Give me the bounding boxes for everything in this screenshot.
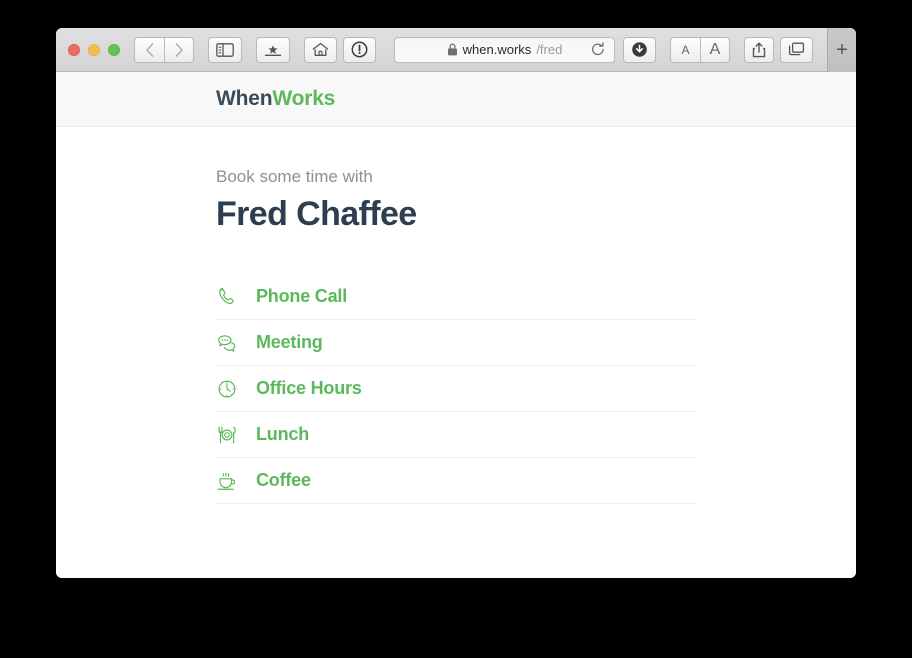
sidebar-button[interactable]: [208, 36, 242, 63]
sidebar-icon: [216, 42, 234, 57]
logo-part-two: Works: [272, 87, 336, 110]
page-eyebrow: Book some time with: [216, 167, 373, 186]
tab-overview-button[interactable]: [780, 36, 813, 63]
back-button[interactable]: [134, 36, 164, 63]
meeting-type-label: Lunch: [256, 424, 309, 444]
downloads-button-group: [623, 36, 662, 63]
tabs-icon: [788, 42, 805, 56]
text-size-increase-label: A: [709, 40, 721, 58]
downloads-button[interactable]: [623, 36, 656, 63]
site-logo[interactable]: WhenWorks: [216, 87, 335, 111]
meeting-type-coffee[interactable]: Coffee: [216, 458, 696, 504]
page-title: Fred Chaffee: [216, 195, 417, 233]
url-host: when.works: [462, 42, 532, 57]
share-icon: [752, 42, 766, 57]
window-controls: [64, 43, 120, 56]
close-window-button[interactable]: [68, 43, 80, 56]
address-bar[interactable]: when.works/fred: [394, 36, 615, 63]
browser-window: when.works/fred A A + WhenWorks Book som…: [56, 28, 856, 578]
logo-part-one: When: [216, 87, 273, 110]
text-size-group: A A: [670, 36, 736, 63]
meeting-type-phone-call[interactable]: Phone Call: [216, 274, 696, 320]
meeting-type-lunch[interactable]: Lunch: [216, 412, 696, 458]
chevron-left-icon: [146, 42, 154, 57]
text-size-decrease-label: A: [681, 42, 690, 57]
chevron-right-icon: [175, 42, 183, 57]
site-header: WhenWorks: [56, 72, 856, 127]
new-tab-button[interactable]: +: [827, 28, 856, 72]
share-tabs-group: [744, 36, 819, 63]
house-icon: [312, 42, 329, 56]
minimize-window-button[interactable]: [88, 43, 100, 56]
reload-icon: [591, 42, 604, 56]
reading-list-button[interactable]: [343, 36, 376, 63]
top-sites-button[interactable]: [256, 36, 290, 63]
clock-icon: [216, 378, 256, 400]
navigation-buttons: [134, 36, 200, 63]
speech-bubbles-icon: [216, 332, 256, 354]
download-icon: [632, 42, 647, 57]
top-sites-button-group: [256, 36, 296, 63]
circle-exclamation-icon: [351, 41, 368, 58]
reload-button[interactable]: [590, 42, 606, 58]
page-content: WhenWorks Book some time with Fred Chaff…: [56, 72, 856, 578]
text-size-increase-button[interactable]: A: [700, 36, 730, 63]
home-button[interactable]: [304, 36, 337, 63]
coffee-cup-icon: [216, 470, 256, 492]
meeting-type-office-hours[interactable]: Office Hours: [216, 366, 696, 412]
meeting-type-label: Office Hours: [256, 378, 362, 398]
meeting-type-meeting[interactable]: Meeting: [216, 320, 696, 366]
meeting-type-list: Phone Call Meeting Office Hours Lunch Co…: [216, 274, 696, 504]
forward-button[interactable]: [164, 36, 194, 63]
zoom-window-button[interactable]: [108, 43, 120, 56]
lock-icon: [447, 43, 457, 56]
url-text: when.works/fred: [447, 42, 563, 57]
star-shelf-icon: [264, 44, 282, 56]
meeting-type-label: Phone Call: [256, 286, 348, 306]
meeting-type-label: Coffee: [256, 470, 311, 490]
sidebar-button-group: [208, 36, 248, 63]
home-reading-group: [304, 36, 382, 63]
phone-icon: [216, 286, 256, 308]
url-path: /fred: [536, 42, 563, 57]
cutlery-plate-icon: [216, 424, 256, 446]
share-button[interactable]: [744, 36, 774, 63]
text-size-decrease-button[interactable]: A: [670, 36, 700, 63]
browser-toolbar: when.works/fred A A +: [56, 28, 856, 72]
meeting-type-label: Meeting: [256, 332, 323, 352]
booking-page: Book some time with Fred Chaffee Phone C…: [56, 127, 856, 504]
